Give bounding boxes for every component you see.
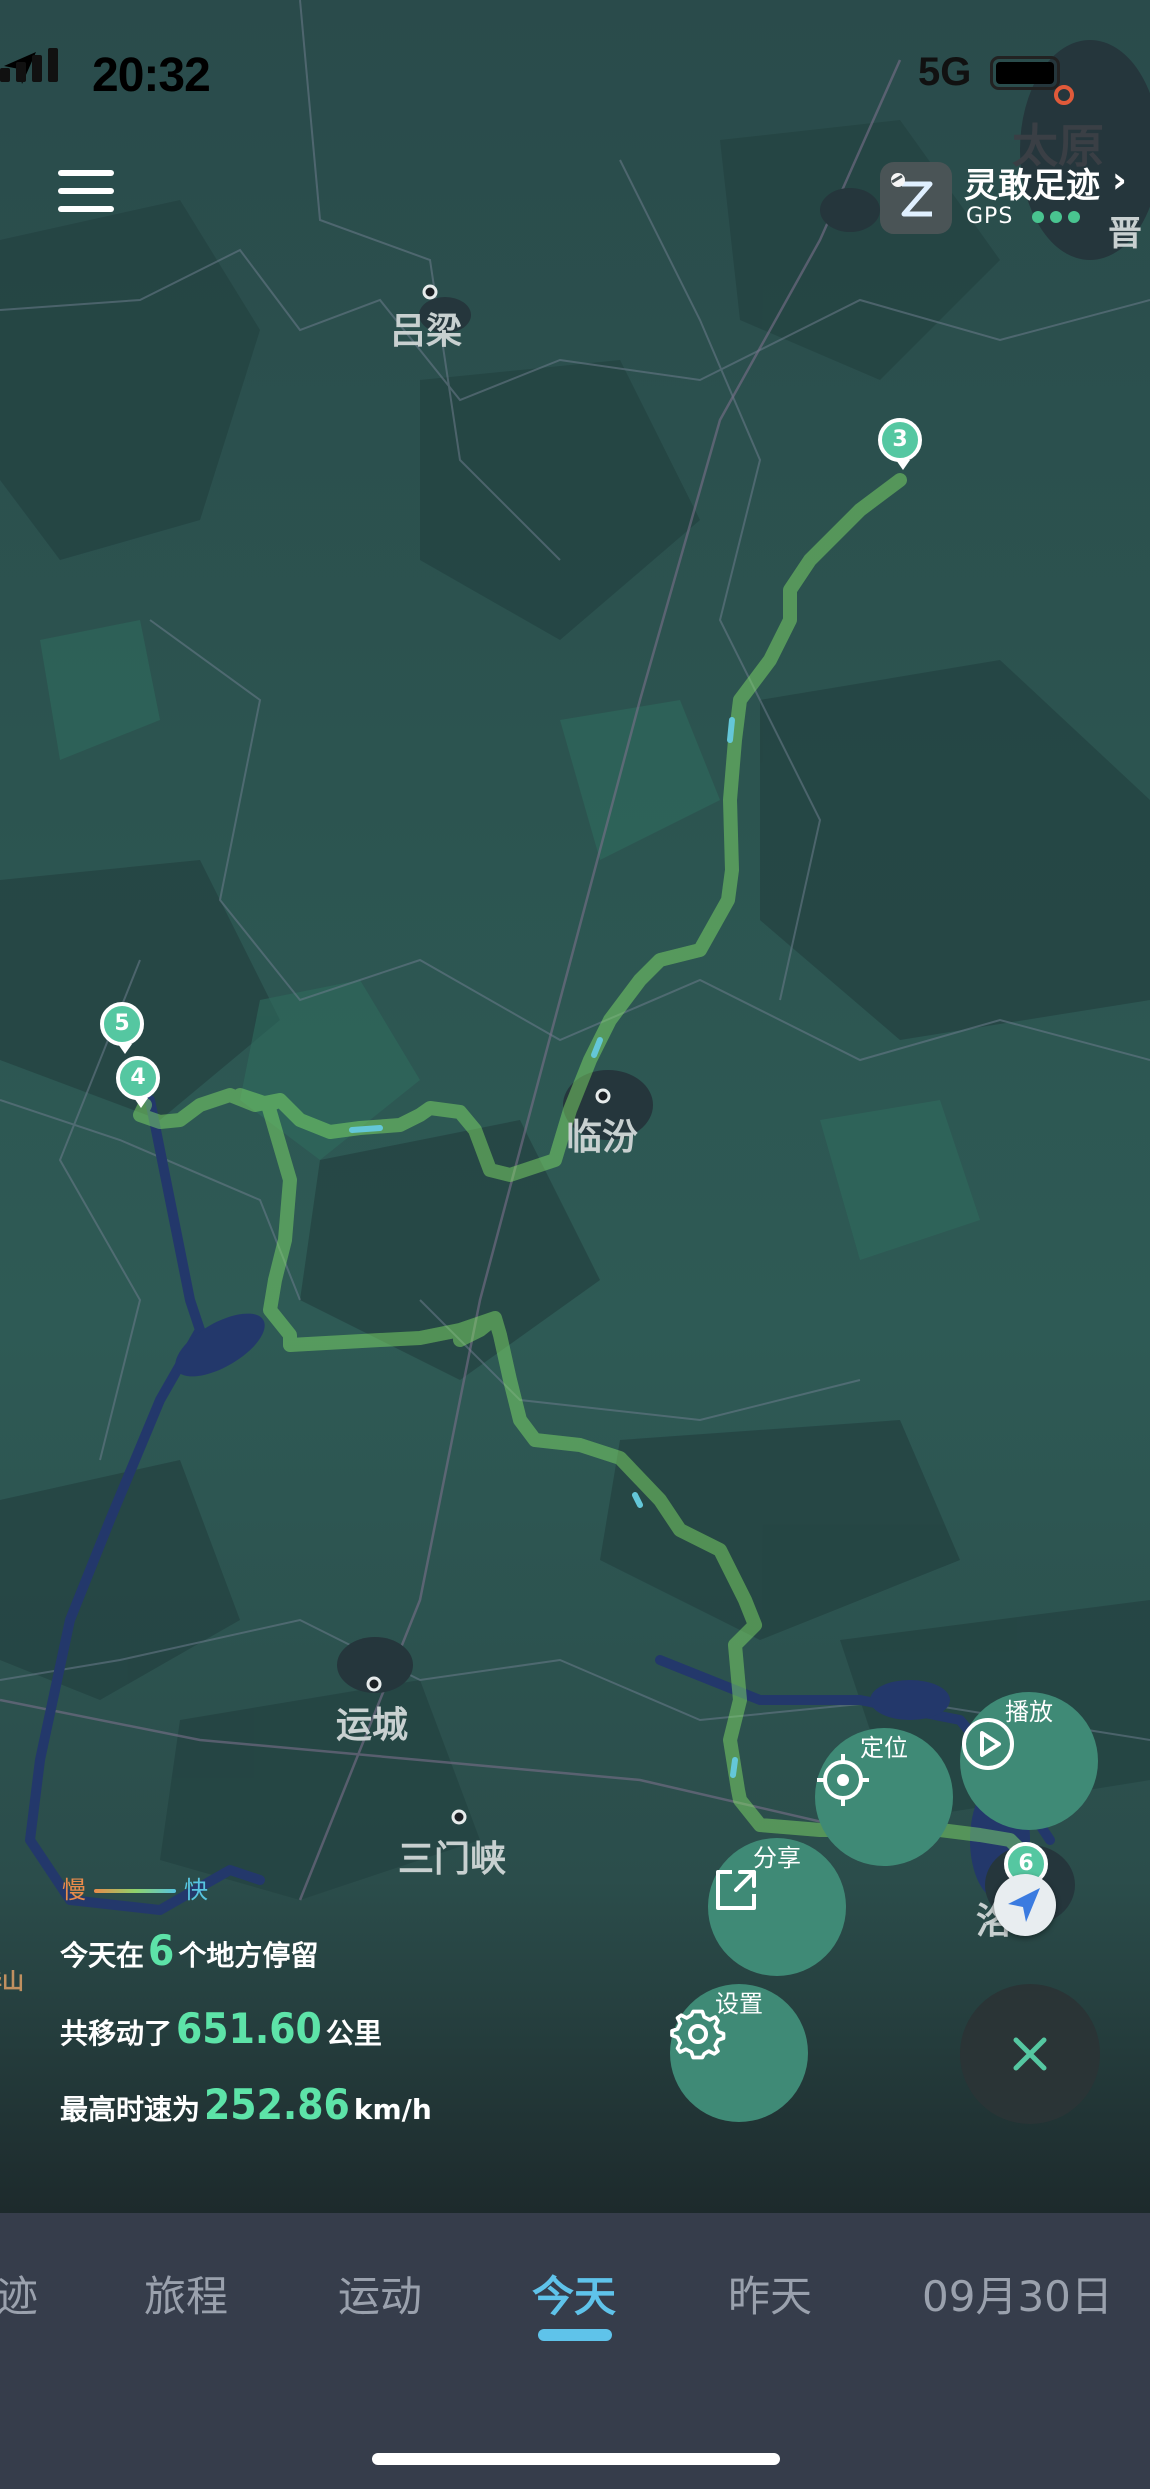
stops-count: 6 [148,1926,175,1975]
tab-today[interactable]: 今天 [532,2263,616,2324]
tab-sports[interactable]: 运动 [338,2263,422,2324]
gps-signal-indicator [1032,208,1086,227]
city-label-linfen: 临汾 [566,1117,639,1158]
signal-icon [0,48,58,82]
city-label-yuncheng: 运城 [336,1705,409,1746]
navigation-arrow-icon [994,1874,1056,1936]
active-tab-indicator [538,2329,612,2341]
stop-marker-4[interactable]: 4 [116,1056,160,1108]
settings-button[interactable]: 设置 [670,1984,808,2122]
chevron-right-icon: › [1112,160,1127,201]
stop-marker-3[interactable]: 3 [878,418,922,470]
tab-bar: 迹 旅程 运动 今天 昨天 09月30日 [0,2213,1150,2489]
legend-fast: 快 [184,1876,208,1904]
play-button[interactable]: 播放 [960,1692,1098,1830]
map-view[interactable]: 20:32 5G 灵敢足迹 › GPS 太原 晋 吕梁 临汾 运城 三门峡 洛 … [0,0,1150,2213]
tab-date[interactable]: 09月30日 [922,2263,1113,2324]
distance-value: 651.60 [176,2004,322,2053]
city-label-jin: 晋 [1108,214,1142,254]
stat-stops: 今天在6 个地方停留 [60,1926,319,1975]
tab-yesterday[interactable]: 昨天 [728,2263,812,2324]
city-label-sanmenxia: 三门峡 [398,1839,507,1880]
play-icon [962,1718,1014,1770]
share-icon [716,1870,756,1910]
crosshair-icon [817,1754,869,1806]
battery-icon [990,56,1060,90]
close-button[interactable] [960,1984,1100,2124]
tab-track[interactable]: 迹 [0,2263,38,2324]
app-logo-icon [880,162,952,234]
city-label-lvliang: 吕梁 [390,311,463,352]
home-indicator [372,2453,780,2465]
network-type: 5G [918,50,972,94]
status-time: 20:32 [92,49,211,102]
city-label-taiyuan: 太原 [1012,119,1104,173]
close-icon [1013,2037,1047,2071]
legend-slow: 慢 [62,1876,86,1904]
share-button[interactable]: 分享 [708,1838,846,1976]
gps-label: GPS [966,204,1014,229]
stat-max-speed: 最高时速为252.86 km/h [60,2080,432,2129]
city-label-shan: 华山 [0,1970,25,1995]
gear-icon [670,2009,726,2060]
tab-journey[interactable]: 旅程 [144,2263,228,2324]
max-speed-value: 252.86 [204,2080,350,2129]
menu-icon[interactable] [58,170,114,218]
speed-legend: 慢快 [62,1870,208,1905]
status-bar: 20:32 5G [0,48,1150,108]
stop-marker-5[interactable]: 5 [100,1002,144,1054]
stat-distance: 共移动了651.60 公里 [60,2004,382,2053]
